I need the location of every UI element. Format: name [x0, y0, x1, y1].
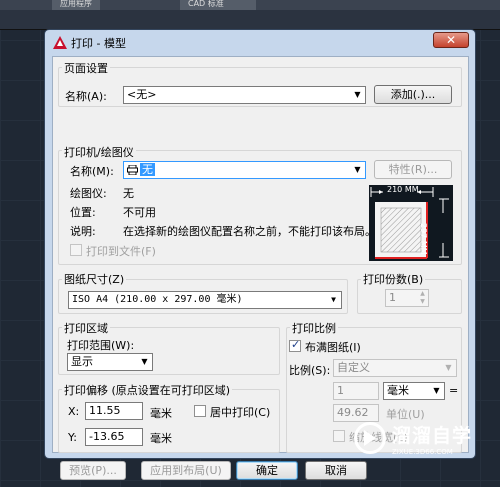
description-label: 说明: — [70, 225, 96, 238]
chevron-down-icon: ▼ — [433, 386, 440, 395]
offset-y-label: Y: — [68, 431, 77, 444]
chevron-down-icon: ▼ — [141, 357, 148, 366]
plot-area-label: 打印区域 — [62, 320, 110, 336]
plot-range-value: 显示 — [71, 355, 93, 368]
offset-x-input[interactable]: 11.55 — [85, 402, 143, 420]
autocad-logo-icon — [53, 36, 67, 49]
close-button[interactable]: ✕ — [433, 32, 469, 48]
print-to-file-label: 打印到文件(F) — [86, 245, 156, 258]
page-setup-name-select[interactable]: <无> ▼ — [123, 86, 366, 104]
printer-icon — [127, 165, 138, 175]
paper-preview-graphic — [370, 187, 449, 259]
fit-to-paper-checkbox[interactable] — [289, 338, 301, 352]
plot-offset-label: 打印偏移 (原点设置在可打印区域) — [62, 382, 233, 398]
watermark-url: ZIXUE.3D66.COM — [392, 448, 453, 456]
plot-scale-label: 打印比例 — [290, 320, 338, 336]
ribbon-panel — [0, 10, 500, 30]
ok-button[interactable]: 确定 — [236, 461, 298, 480]
copies-label: 打印份数(B) — [361, 271, 426, 287]
offset-x-unit: 毫米 — [150, 407, 172, 420]
scale-unit-value: 毫米 — [387, 384, 409, 397]
equals-sign: = — [449, 384, 459, 397]
print-to-file-checkbox[interactable] — [70, 244, 82, 256]
copies-value: 1 — [389, 291, 396, 304]
offset-x-label: X: — [68, 405, 80, 418]
page-setup-name-value: <无> — [127, 88, 157, 101]
printer-label: 打印机/绘图仪 — [62, 144, 136, 160]
add-page-setup-button[interactable]: 添加(.)... — [374, 85, 452, 104]
paper-preview: 210 MM 297 MM — [369, 185, 453, 261]
ribbon-tab-apps[interactable]: 应用程序 — [52, 0, 100, 10]
printer-name-label: 名称(M): — [70, 165, 114, 178]
spin-down-icon[interactable]: ▼ — [417, 298, 428, 306]
printer-name-value: 无 — [140, 163, 155, 176]
plot-range-label: 打印范围(W): — [67, 339, 135, 352]
offset-y-unit: 毫米 — [150, 432, 172, 445]
preview-width-label: 210 MM — [387, 185, 419, 194]
dialog-title: 打印 - 模型 — [71, 37, 126, 50]
ribbon-tab-cad-standards[interactable]: CAD 标准 — [180, 0, 256, 10]
dialog-body: 页面设置 名称(A): <无> ▼ 添加(.)... 打印机/绘图仪 名称(M)… — [52, 56, 469, 480]
scale-value-1-input[interactable]: 1 — [333, 382, 379, 400]
scale-unit-select[interactable]: 毫米 ▼ — [383, 382, 445, 400]
description-value: 在选择新的绘图仪配置名称之前，不能打印该布局。 — [123, 225, 376, 238]
paper-size-label: 图纸尺寸(Z) — [62, 271, 127, 287]
watermark: 溜溜自学 ZIXUE.3D66.COM — [352, 420, 476, 464]
plotter-value: 无 — [123, 187, 134, 200]
plotter-label: 绘图仪: — [70, 187, 107, 200]
printer-name-select[interactable]: 无 ▼ — [123, 161, 366, 179]
offset-y-input[interactable]: -13.65 — [85, 428, 143, 446]
print-dialog: 打印 - 模型 ✕ 页面设置 名称(A): <无> ▼ 添加(.)... 打印机… — [44, 29, 476, 480]
paper-size-select[interactable]: ISO A4 (210.00 x 297.00 毫米) ▼ — [68, 291, 342, 309]
apply-to-layout-button[interactable]: 应用到布局(U) — [141, 461, 231, 480]
scale-select[interactable]: 自定义 ▼ — [333, 359, 457, 377]
preview-button[interactable]: 预览(P)... — [60, 461, 126, 480]
fit-to-paper-label: 布满图纸(I) — [305, 341, 361, 354]
location-label: 位置: — [70, 206, 96, 219]
printer-properties-button[interactable]: 特性(R)... — [374, 160, 452, 179]
chevron-down-icon: ▼ — [445, 363, 452, 372]
location-value: 不可用 — [123, 206, 156, 219]
chevron-down-icon: ▼ — [354, 165, 361, 174]
center-plot-checkbox[interactable] — [194, 405, 206, 417]
copies-spinner[interactable]: 1 ▲ ▼ — [385, 289, 429, 307]
page-setup-label: 页面设置 — [62, 60, 110, 76]
dialog-titlebar[interactable]: 打印 - 模型 ✕ — [45, 30, 475, 54]
watermark-name: 溜溜自学 — [392, 425, 473, 447]
page-setup-name-label: 名称(A): — [65, 90, 107, 103]
paper-size-value: ISO A4 (210.00 x 297.00 毫米) — [72, 294, 243, 305]
preview-height-label: 297 MM — [419, 223, 428, 255]
scale-value: 自定义 — [337, 361, 370, 374]
center-plot-label: 居中打印(C) — [210, 406, 271, 419]
chevron-down-icon: ▼ — [354, 90, 361, 99]
spin-up-icon[interactable]: ▲ — [417, 290, 428, 298]
scale-label: 比例(S): — [289, 364, 331, 377]
chevron-down-icon: ▼ — [331, 295, 336, 304]
plot-range-select[interactable]: 显示 ▼ — [67, 353, 153, 371]
scale-lineweights-checkbox[interactable] — [333, 430, 345, 442]
play-triangle-icon — [364, 430, 376, 446]
